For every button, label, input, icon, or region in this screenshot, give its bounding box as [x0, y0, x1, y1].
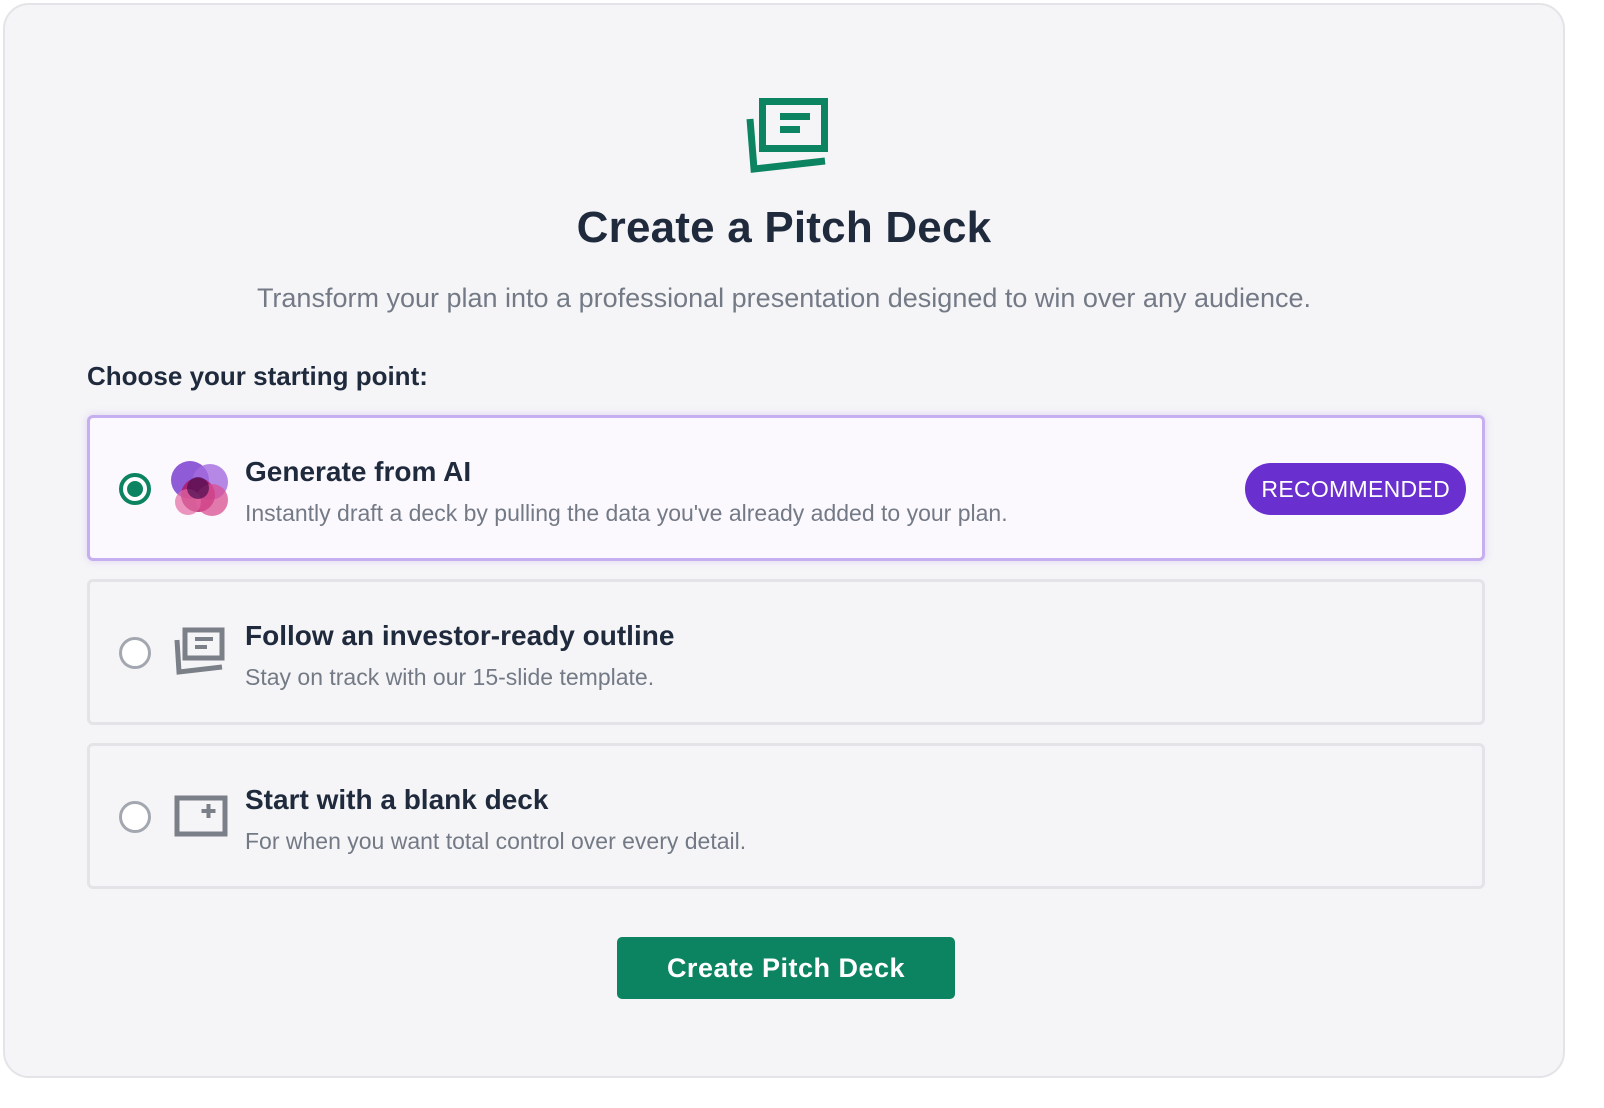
create-pitch-deck-dialog: Create a Pitch Deck Transform your plan …	[3, 3, 1565, 1078]
option-description: Instantly draft a deck by pulling the da…	[245, 500, 1008, 526]
page-title: Create a Pitch Deck	[576, 203, 992, 252]
page-subtitle: Transform your plan into a professional …	[256, 283, 1312, 313]
radio-blank-deck[interactable]	[119, 801, 151, 833]
pitch-deck-icon	[746, 98, 828, 173]
ai-blob-icon	[171, 461, 228, 516]
blank-slide-plus-icon	[174, 795, 228, 837]
option-generate-from-ai[interactable]: Generate from AI Instantly draft a deck …	[87, 415, 1485, 561]
option-title: Follow an investor-ready outline	[245, 620, 675, 651]
choose-starting-point-label: Choose your starting point:	[87, 361, 428, 391]
option-title: Generate from AI	[245, 456, 472, 487]
option-blank-deck[interactable]: Start with a blank deck For when you wan…	[87, 743, 1485, 889]
radio-investor-outline[interactable]	[119, 637, 151, 669]
option-title: Start with a blank deck	[245, 784, 549, 815]
option-description: For when you want total control over eve…	[245, 828, 747, 854]
radio-generate-from-ai[interactable]	[119, 473, 151, 505]
option-investor-outline[interactable]: Follow an investor-ready outline Stay on…	[87, 579, 1485, 725]
create-pitch-deck-button[interactable]: Create Pitch Deck	[617, 937, 955, 999]
option-description: Stay on track with our 15-slide template…	[245, 664, 655, 690]
outline-slides-icon	[174, 627, 225, 675]
recommended-badge: RECOMMENDED	[1245, 463, 1466, 515]
